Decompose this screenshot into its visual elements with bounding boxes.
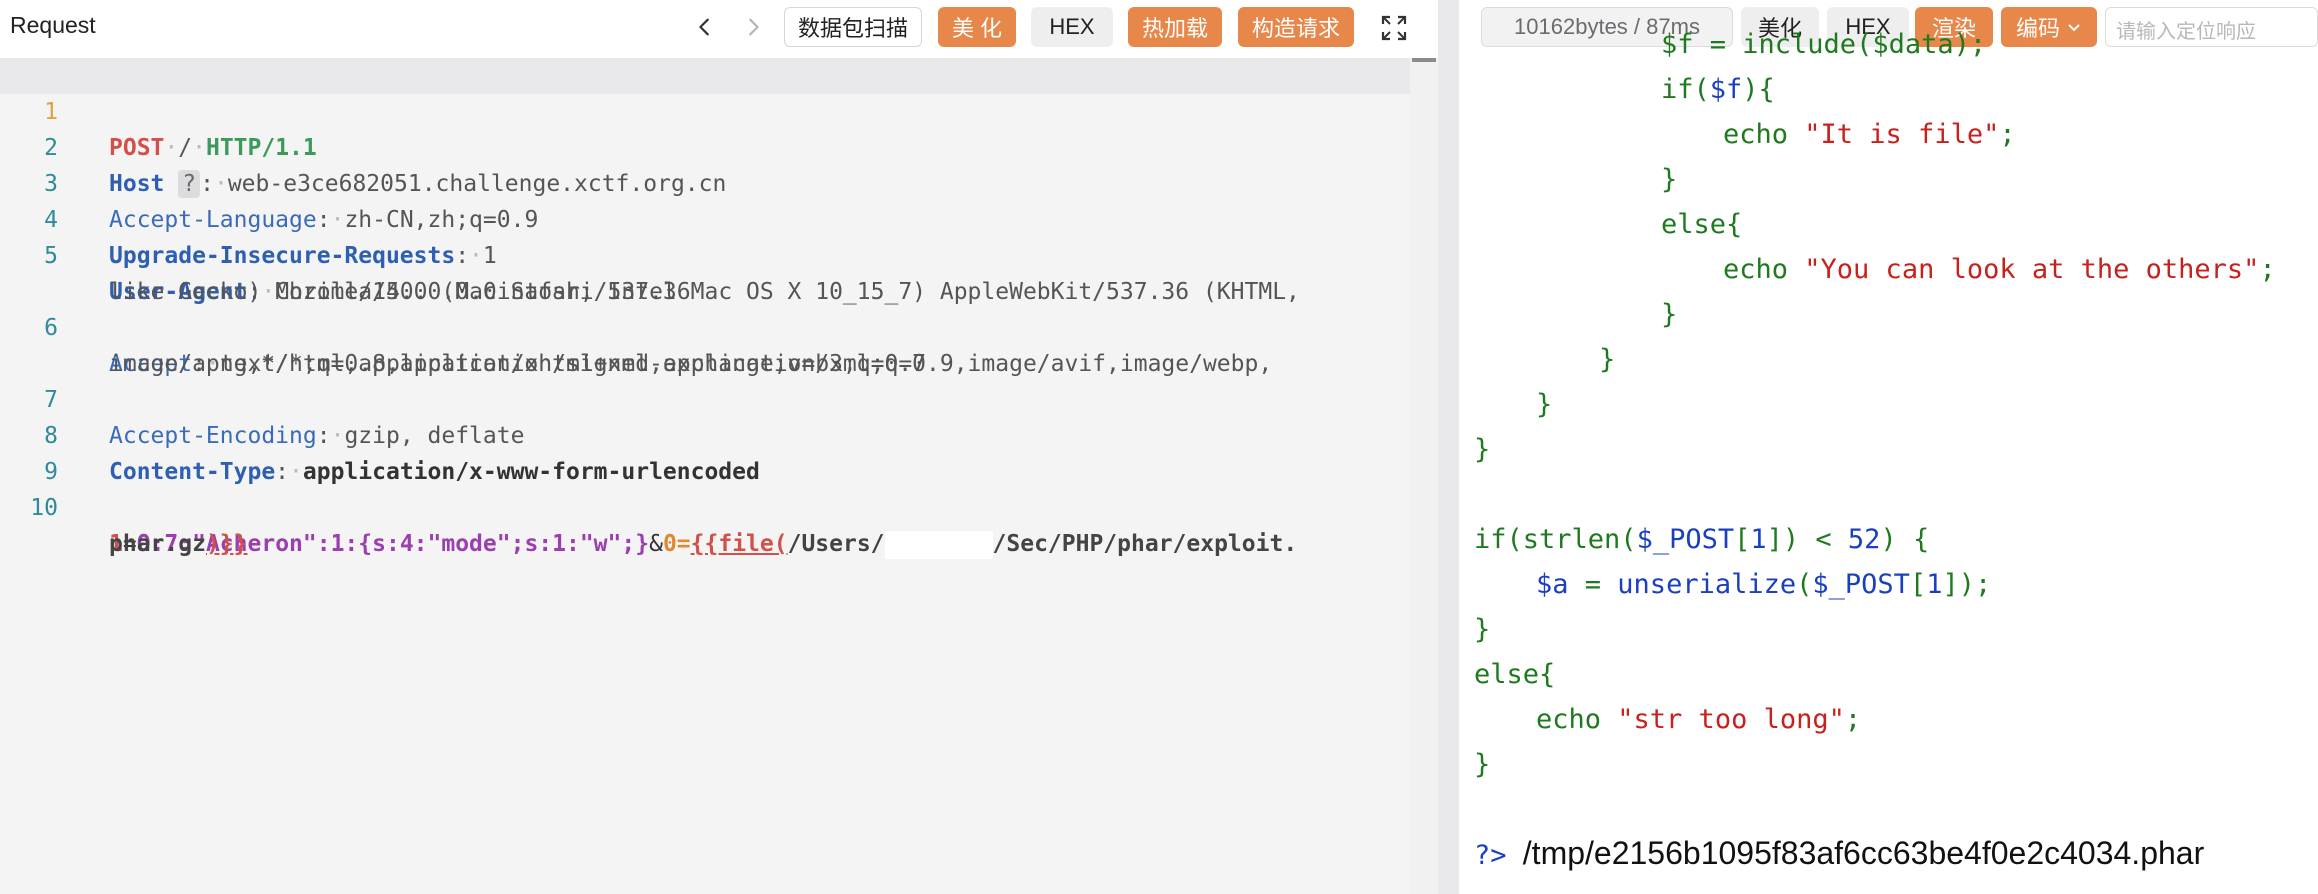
ampersand: & [649,531,663,557]
file-tag-open: {{file( [690,531,788,557]
code-line: } [1536,389,1553,420]
code-line: ?> /tmp/e2156b1095f83af6cc63be4f0e2c4034… [1474,828,2204,878]
header-line-user-agent-wrap: like Gecko) Chrome/140.0.0.0 Safari/537.… [0,238,1410,305]
php-close-tag: ?> [1474,840,1507,871]
request-title: Request [10,12,96,38]
body-line-wrap: phar.gz)}} [0,490,1410,557]
phar-output-path: /tmp/e2156b1095f83af6cc63be4f0e2c4034.ph… [1522,835,2205,871]
header-line-accept: 6 Accept:·text/html,application/xhtml+xm… [0,274,1410,377]
body-line: 10 1=O:7:"Acheron":1:{s:4:"mode";s:1:"w"… [0,454,1410,559]
chevron-down-icon [2068,24,2080,32]
equals-sign: = [676,531,691,557]
request-scrollbar[interactable] [1410,58,1438,894]
header-line-host: 2 Host ?:·web-e3ce682051.challenge.xctf.… [0,94,1410,198]
code-line: } [1474,749,1491,780]
file-path-end: /Sec/PHP/phar/exploit. [992,531,1298,557]
param-key: 0 [662,531,677,557]
code-line: $a = unserialize($_POST[1]); [1536,569,1992,600]
locate-response-input[interactable]: 请输入定位响应 [2105,7,2318,47]
header-line-accept-language: 3 Accept-Language:·zh-CN,zh;q=0.9 [0,130,1410,233]
header-line-user-agent: 5 User-Agent:·Mozilla/5.0 (Macintosh; In… [0,202,1410,305]
header-line-content-type: 8 Content-Type:·application/x-www-form-u… [0,382,1410,485]
construct-request-button[interactable]: 构造请求 [1238,7,1354,47]
file-tag-close: )}} [205,531,248,557]
request-line: 1 POST·/·HTTP/1.1 [0,58,1410,161]
response-body[interactable]: $f = include($data); if($f){ echo "It is… [1474,29,2318,894]
code-line: } [1474,434,1491,465]
blank-line: 9 [0,418,1410,485]
request-toolbar: Request 数据包扫描 美 化 HEX 热加载 构造请求 [0,0,1438,56]
code-line: } [1599,344,1616,375]
code-line: $f = include($data); [1661,29,1987,60]
forward-arrow-icon[interactable] [736,10,770,44]
encoding-dropdown[interactable]: 编码 [2001,7,2097,47]
hot-reload-button[interactable]: 热加载 [1128,7,1222,47]
file-path-wrap: phar.gz [109,531,206,557]
file-path-start: /Users/ [787,531,885,557]
back-arrow-icon[interactable] [688,10,722,44]
code-line: if($f){ [1661,74,1775,105]
panel-divider[interactable] [1438,0,1459,894]
code-line: if(strlen($_POST[1]) < 52) { [1474,524,1930,555]
scrollbar-thumb[interactable] [1412,58,1436,62]
redacted-block [884,530,993,559]
code-line: else{ [1661,209,1743,240]
header-line-accept-encoding: 7 Accept-Encoding:·gzip, deflate [0,346,1410,449]
encoding-label: 编码 [2015,16,2060,41]
header-line-upgrade: 4 Upgrade-Insecure-Requests:·1 [0,166,1410,269]
request-editor[interactable]: 1 POST·/·HTTP/1.1 2 Host ?:·web-e3ce6820… [0,58,1410,894]
hex-button[interactable]: HEX [1031,7,1113,47]
packet-scan-button[interactable]: 数据包扫描 [784,7,922,47]
response-panel: 10162bytes / 87ms 美化 HEX 渲染 编码 请输入定位响应 $… [1459,0,2318,894]
fullscreen-icon[interactable] [1380,14,1408,42]
code-line: } [1661,299,1678,330]
code-line: echo "It is file"; [1723,119,2016,150]
request-panel: Request 数据包扫描 美 化 HEX 热加载 构造请求 1 POST·/·… [0,0,1438,894]
code-line: } [1661,164,1678,195]
code-line: } [1474,614,1491,645]
header-line-accept-wrap: image/apng,*/*;q=0.8,application/signed-… [0,310,1410,377]
code-line: echo "str too long"; [1536,704,1862,735]
code-line: echo "You can look at the others"; [1723,254,2276,285]
code-line: else{ [1474,659,1556,690]
beautify-button[interactable]: 美 化 [938,7,1016,47]
